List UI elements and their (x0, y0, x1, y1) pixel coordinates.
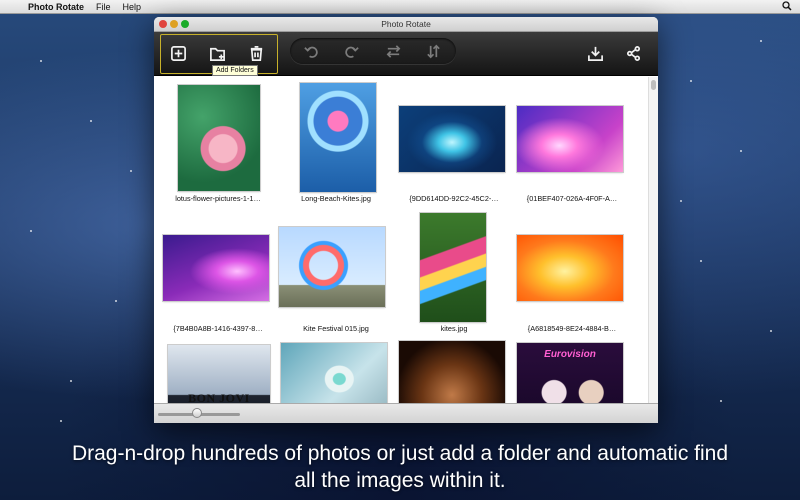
photo-item[interactable]: Kite Festival 015.jpg (277, 211, 395, 339)
window-controls (159, 20, 189, 28)
add-folder-icon (209, 47, 225, 61)
vertical-scrollbar[interactable] (648, 77, 658, 403)
rotate-right-icon (344, 46, 359, 58)
photo-caption: {7B4B0A8B-1416-4397-8… (173, 324, 263, 333)
minimize-button[interactable] (170, 20, 178, 28)
zoom-slider-knob[interactable] (192, 408, 202, 418)
save-button[interactable] (584, 42, 606, 64)
photo-thumbnail[interactable] (517, 106, 623, 172)
thumbnail-text: Eurovision (544, 349, 596, 360)
photo-thumbnail[interactable] (399, 106, 505, 172)
rotate-left-icon (303, 46, 318, 58)
menu-help[interactable]: Help (123, 2, 142, 12)
rotate-left-button[interactable] (300, 40, 322, 62)
promo-caption: Drag-n-drop hundreds of photos or just a… (20, 440, 780, 494)
photo-item[interactable]: {01BEF407-026A-4F0F-A… (513, 81, 631, 209)
scroll-thumb[interactable] (651, 80, 656, 90)
flip-vertical-icon (426, 44, 440, 58)
photo-caption: {01BEF407-026A-4F0F-A… (526, 194, 618, 203)
photo-item[interactable]: kites.jpg (395, 211, 513, 339)
photo-thumbnail[interactable] (178, 85, 260, 191)
transform-group (290, 38, 456, 64)
photo-item[interactable]: BEST VOICE (277, 341, 395, 403)
add-plus-icon (170, 45, 186, 61)
photo-thumbnail[interactable] (163, 235, 269, 301)
flip-vertical-button[interactable] (422, 40, 444, 62)
bottom-bar (154, 403, 658, 423)
photo-caption: {A6818549-8E24-4884-B… (527, 324, 617, 333)
photo-thumbnail[interactable] (279, 227, 385, 307)
promo-line-2: all the images within it. (294, 469, 506, 492)
zoom-button[interactable] (181, 20, 189, 28)
photo-thumbnail[interactable] (420, 213, 486, 322)
photo-item[interactable]: {9DD614DD-92C2-45C2-… (395, 81, 513, 209)
menu-app-name[interactable]: Photo Rotate (28, 2, 84, 12)
photo-thumbnail[interactable] (399, 341, 505, 403)
photo-thumbnail[interactable]: BON JOVILOST HIGHWAY (168, 345, 270, 403)
delete-button[interactable] (245, 42, 267, 64)
photo-caption: Kite Festival 015.jpg (303, 324, 369, 333)
photo-caption: {9DD614DD-92C2-45C2-… (409, 194, 499, 203)
share-icon (626, 45, 640, 61)
add-files-button[interactable] (167, 42, 189, 64)
window-title: Photo Rotate (381, 19, 431, 29)
photo-item[interactable] (395, 341, 513, 403)
photo-item[interactable]: {A6818549-8E24-4884-B… (513, 211, 631, 339)
photo-item[interactable]: {7B4B0A8B-1416-4397-8… (159, 211, 277, 339)
close-button[interactable] (159, 20, 167, 28)
photo-item[interactable]: Long-Beach-Kites.jpg (277, 81, 395, 209)
save-download-icon (587, 46, 603, 61)
menu-file[interactable]: File (96, 2, 111, 12)
photo-thumbnail[interactable] (517, 235, 623, 301)
photo-grid[interactable]: lotus-flower-pictures-1-1… Long-Beach-Kit… (154, 77, 648, 403)
flip-horizontal-icon (386, 44, 400, 58)
photo-item[interactable]: Eurovision (513, 341, 631, 403)
menu-bar: Photo Rotate File Help (0, 0, 800, 14)
add-folders-tooltip: Add Folders (212, 65, 258, 76)
rotate-right-button[interactable] (340, 40, 362, 62)
photo-caption: lotus-flower-pictures-1-1… (175, 194, 261, 203)
flip-horizontal-button[interactable] (382, 40, 404, 62)
photo-caption: kites.jpg (440, 324, 468, 333)
photo-item[interactable]: lotus-flower-pictures-1-1… (159, 81, 277, 209)
title-bar[interactable]: Photo Rotate (154, 17, 658, 32)
promo-line-1: Drag-n-drop hundreds of photos or just a… (71, 442, 729, 465)
thumbnail-text: BON JOVI (188, 391, 250, 403)
trash-icon (250, 45, 262, 61)
add-folders-button[interactable] (206, 42, 228, 64)
photo-thumbnail[interactable] (300, 83, 376, 192)
photo-item[interactable]: BON JOVILOST HIGHWAY (159, 341, 277, 403)
app-window: Photo Rotate Add Folders lotus-flower-pi… (154, 17, 658, 423)
share-button[interactable] (622, 42, 644, 64)
photo-thumbnail[interactable]: BEST VOICE (281, 343, 387, 403)
photo-caption: Long-Beach-Kites.jpg (301, 194, 371, 203)
spotlight-icon[interactable] (782, 1, 792, 14)
photo-thumbnail[interactable]: Eurovision (517, 343, 623, 403)
